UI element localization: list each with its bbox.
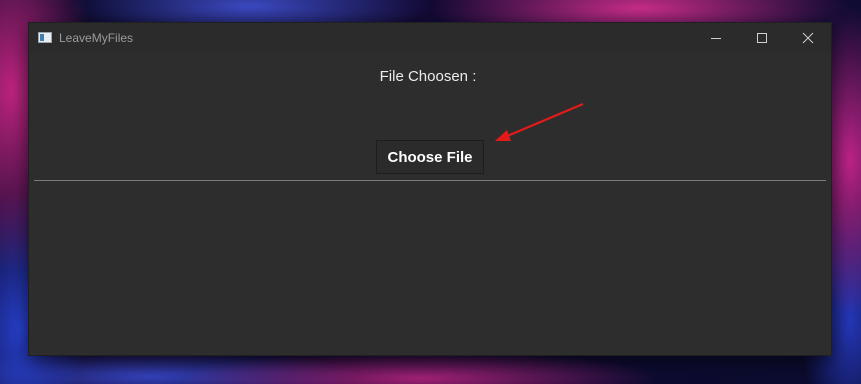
close-icon <box>802 32 814 44</box>
close-button[interactable] <box>785 23 831 53</box>
app-window: LeaveMyFiles File Choosen : Choose File <box>29 23 831 355</box>
title-bar[interactable]: LeaveMyFiles <box>29 23 831 53</box>
maximize-icon <box>757 33 767 43</box>
main-content: File Choosen : Choose File <box>29 53 831 355</box>
annotation-arrow-icon <box>495 102 584 141</box>
app-icon <box>38 32 52 43</box>
window-title: LeaveMyFiles <box>59 31 134 45</box>
minimize-icon <box>711 38 721 39</box>
minimize-button[interactable] <box>693 23 739 53</box>
maximize-button[interactable] <box>739 23 785 53</box>
